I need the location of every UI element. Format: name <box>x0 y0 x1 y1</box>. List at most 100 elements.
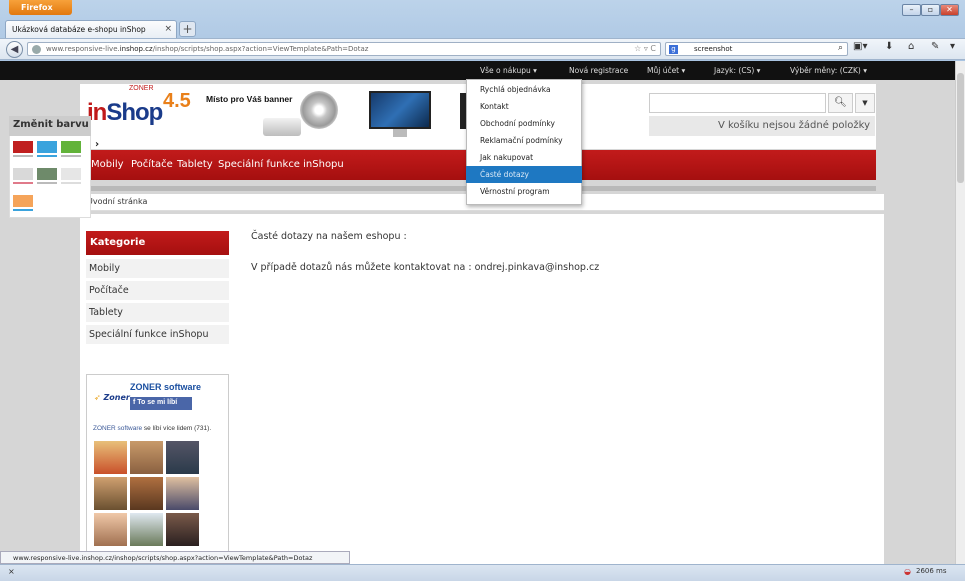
contact-email[interactable]: ondrej.pinkava@inshop.cz <box>475 262 600 273</box>
fan-avatar[interactable] <box>130 513 163 546</box>
minimize-button[interactable]: – <box>902 4 921 16</box>
maximize-button[interactable]: ▫ <box>921 4 940 16</box>
menu-specialni-funkce[interactable]: Speciální funkce inShopu <box>218 159 344 170</box>
imac-image[interactable] <box>369 91 431 129</box>
downloads-icon[interactable]: ⬇ <box>885 41 893 52</box>
menu-chevron-icon[interactable]: ▾ <box>950 41 955 52</box>
fan-avatar[interactable] <box>94 477 127 510</box>
menu-mobily[interactable]: Mobily <box>91 159 124 170</box>
like-button-label: To se mi líbí <box>137 399 178 406</box>
color-swatch-green[interactable] <box>61 141 81 153</box>
dropdown-jak-nakupovat[interactable]: Jak nakupovat <box>466 149 582 166</box>
swatch-line <box>61 182 81 184</box>
url-prefix: www.responsive-live. <box>46 45 120 53</box>
facebook-likes-text: ZONER software se líbí více lidem (731). <box>93 425 211 432</box>
category-tablety[interactable]: Tablety <box>86 303 229 323</box>
fan-avatar[interactable] <box>166 477 199 510</box>
topnav-jazyk[interactable]: Jazyk: (CS) ▾ <box>714 66 760 75</box>
bookmarks-icon[interactable]: ▣▾ <box>853 41 867 52</box>
addon-bar: × ◒ 2606 ms <box>0 564 965 581</box>
color-switcher-title[interactable]: Změnit barvu <box>9 116 91 136</box>
swatch-line <box>37 155 57 157</box>
category-specialni-funkce[interactable]: Speciální funkce inShopu <box>86 325 229 345</box>
fan-avatar[interactable] <box>166 441 199 474</box>
menu-tablety[interactable]: Tablety <box>177 159 213 170</box>
url-bar[interactable]: www.responsive-live.inshop.cz/inshop/scr… <box>27 42 661 56</box>
color-swatch-olive[interactable] <box>37 168 57 180</box>
category-title: Kategorie <box>86 231 229 255</box>
fan-avatar[interactable] <box>130 441 163 474</box>
fan-avatar[interactable] <box>94 513 127 546</box>
dropdown-vernostni-program[interactable]: Věrnostní program <box>466 183 582 200</box>
fan-avatar[interactable] <box>94 441 127 474</box>
facebook-likes-link[interactable]: ZONER software <box>93 425 142 432</box>
back-button[interactable]: ◀ <box>6 41 23 58</box>
color-swatch-orange[interactable] <box>13 195 33 207</box>
cart-summary[interactable]: V košíku nejsou žádné položky <box>649 116 875 136</box>
home-icon[interactable]: ⌂ <box>908 41 914 52</box>
zoner-logo-text: Zoner <box>103 393 130 402</box>
browser-tab[interactable]: Ukázková databáze e-shopu inShop × <box>5 20 177 38</box>
firefox-menu-button[interactable]: Firefox <box>9 0 72 15</box>
vertical-scrollbar[interactable] <box>955 61 965 570</box>
contact-prefix: V případě dotazů nás můžete kontaktovat … <box>251 262 475 273</box>
swatch-line <box>37 182 57 184</box>
zoner-logo[interactable]: ➶ Zoner <box>94 393 130 402</box>
shop-search-input[interactable] <box>649 93 826 113</box>
top-navigation: Vše o nákupu ▾ Nová registrace Můj účet … <box>0 61 965 80</box>
search-icon[interactable]: ⌕ <box>838 43 843 53</box>
banner-text[interactable]: Místo pro Váš banner <box>206 94 292 104</box>
new-tab-button[interactable]: + <box>179 21 196 37</box>
disc-image[interactable] <box>300 91 338 129</box>
dropdown-obchodni-podminky[interactable]: Obchodní podmínky <box>466 115 582 132</box>
swatch-line <box>13 182 33 184</box>
search-icon: 🔍︎ <box>834 97 847 108</box>
speed-icon: ◒ <box>904 567 911 576</box>
logo-version: 4.5 <box>163 90 191 112</box>
url-path: /inshop/scripts/shop.aspx?action=ViewTem… <box>152 45 369 53</box>
topnav-muj-ucet[interactable]: Můj účet ▾ <box>647 66 685 75</box>
dropdown-reklamacni-podminky[interactable]: Reklamační podmínky <box>466 132 582 149</box>
fan-avatar[interactable] <box>166 513 199 546</box>
logo-zoner: ZONER <box>129 85 154 92</box>
addon-icon[interactable]: ✎ <box>931 41 939 52</box>
google-icon[interactable]: g <box>669 45 678 54</box>
color-swatch-red[interactable] <box>13 141 33 153</box>
dropdown-rychla-objednavka[interactable]: Rychlá objednávka <box>466 81 582 98</box>
close-tab-icon[interactable]: × <box>164 24 172 34</box>
page-heading: Časté dotazy na našem eshopu : <box>251 231 407 242</box>
close-addon-bar-icon[interactable]: × <box>8 567 15 576</box>
facebook-page-name[interactable]: ZONER software <box>130 382 201 392</box>
search-dropdown-button[interactable]: ▼ <box>855 93 875 113</box>
facebook-like-button[interactable]: f To se mi líbí <box>130 397 192 410</box>
fan-avatar[interactable] <box>130 477 163 510</box>
scrollbar-thumb[interactable] <box>957 73 964 183</box>
breadcrumb-home[interactable]: Úvodní stránka <box>87 197 147 206</box>
dropdown-caste-dotazy[interactable]: Časté dotazy <box>466 166 582 183</box>
tab-title: Ukázková databáze e-shopu inShop <box>12 25 146 34</box>
topnav-vse-o-nakupu[interactable]: Vše o nákupu ▾ <box>480 66 537 75</box>
bookmark-star-icon[interactable]: ☆ ▿ C <box>634 44 656 53</box>
color-swatch-lightgray[interactable] <box>13 168 33 180</box>
imac-stand <box>393 129 407 137</box>
chevron-right-icon[interactable]: › <box>95 139 99 150</box>
contact-text: V případě dotazů nás můžete kontaktovat … <box>251 262 599 273</box>
color-swatch-white[interactable] <box>61 168 81 180</box>
close-window-button[interactable]: ✕ <box>940 4 959 16</box>
color-swatch-blue[interactable] <box>37 141 57 153</box>
topnav-mena[interactable]: Výběr měny: (CZK) ▾ <box>790 66 867 75</box>
category-mobily[interactable]: Mobily <box>86 259 229 279</box>
site-identity-icon[interactable] <box>32 45 41 54</box>
menu-pocitace[interactable]: Počítače <box>131 159 173 170</box>
search-bar[interactable]: g screenshot ⌕ <box>665 42 848 56</box>
shop-search-button[interactable]: 🔍︎ <box>828 93 853 113</box>
topnav-registrace[interactable]: Nová registrace <box>569 66 628 75</box>
category-pocitace[interactable]: Počítače <box>86 281 229 301</box>
site-logo[interactable]: ZONER inShop 4.5 <box>87 85 191 127</box>
url-domain: inshop.cz <box>119 45 153 53</box>
swatch-line <box>13 155 33 157</box>
dropdown-kontakt[interactable]: Kontakt <box>466 98 582 115</box>
mac-mini-image[interactable] <box>263 118 301 136</box>
facebook-icon: f <box>133 399 136 406</box>
logo-shop: Shop <box>106 99 163 126</box>
